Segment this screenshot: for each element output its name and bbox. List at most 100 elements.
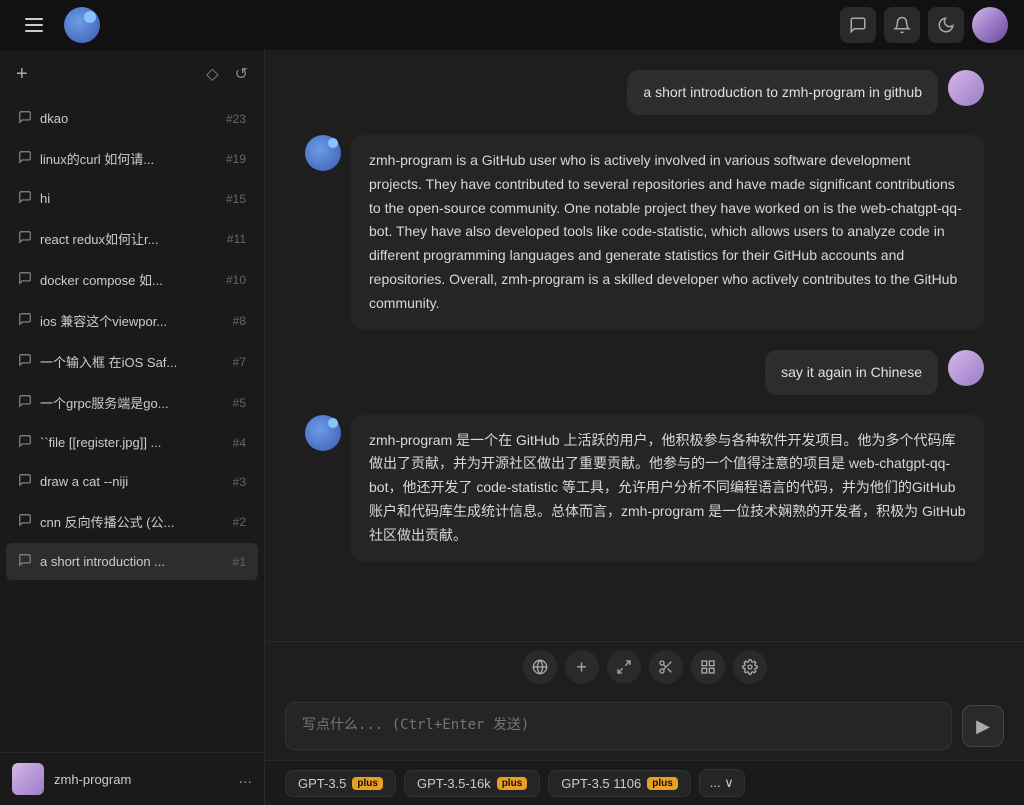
hamburger-button[interactable]: [16, 7, 52, 43]
plus-tool-button[interactable]: +: [565, 650, 599, 684]
chat-item-num: #2: [233, 515, 246, 529]
chat-item-title: draw a cat --niji: [40, 474, 225, 489]
chat-item-title: 一个输入框 在iOS Saf...: [40, 352, 225, 371]
chat-list-item[interactable]: cnn 反向传播公式 (公... #2: [6, 502, 258, 541]
plus-badge: plus: [497, 777, 528, 790]
chat-item-num: #10: [226, 273, 246, 287]
chat-item-title: 一个grpc服务端是go...: [40, 393, 225, 412]
chat-item-icon: [18, 353, 32, 370]
chat-area: a short introduction to zmh-program in g…: [265, 50, 1024, 805]
chat-item-num: #19: [226, 152, 246, 166]
chat-item-icon: [18, 312, 32, 329]
expand-tool-button[interactable]: [607, 650, 641, 684]
hamburger-line: [25, 18, 43, 20]
topbar-left: [16, 7, 100, 43]
new-chat-button[interactable]: +: [12, 60, 32, 88]
user-message: a short introduction to zmh-program in g…: [305, 70, 984, 115]
chat-item-title: react redux如何让r...: [40, 229, 219, 248]
plus-badge: plus: [647, 777, 678, 790]
bot-message: zmh-program 是一个在 GitHub 上活跃的用户，他积极参与各种软件…: [305, 415, 984, 562]
chat-item-num: #4: [233, 436, 246, 450]
messages-list: a short introduction to zmh-program in g…: [265, 50, 1024, 641]
chat-item-title: hi: [40, 191, 218, 206]
hamburger-line: [25, 24, 43, 26]
globe-icon: [532, 659, 548, 675]
chat-item-icon: [18, 230, 32, 247]
chat-item-num: #11: [227, 232, 246, 246]
user-avatar: [972, 7, 1008, 43]
chat-list-item[interactable]: linux的curl 如何请... #19: [6, 139, 258, 178]
bot-avatar-msg: [305, 135, 341, 171]
more-models-button[interactable]: ... ∨: [699, 769, 745, 797]
chat-toolbar: +: [265, 641, 1024, 692]
logo-icon: [64, 7, 100, 43]
plus-icon: +: [576, 657, 587, 678]
chat-item-num: #23: [226, 112, 246, 126]
user-more-button[interactable]: ...: [239, 770, 252, 788]
chat-item-icon: [18, 190, 32, 207]
chat-item-num: #8: [233, 314, 246, 328]
chat-item-title: docker compose 如...: [40, 270, 218, 289]
cut-tool-button[interactable]: [649, 650, 683, 684]
model-button[interactable]: GPT-3.5-16k plus: [404, 770, 540, 797]
chat-item-icon: [18, 473, 32, 490]
filter-button[interactable]: ◇: [202, 60, 222, 88]
user-avatar-msg: [948, 70, 984, 106]
chat-list-item[interactable]: react redux如何让r... #11: [6, 219, 258, 258]
moon-icon: [937, 16, 955, 34]
input-row: ▶: [265, 692, 1024, 760]
chat-list-item[interactable]: a short introduction ... #1: [6, 543, 258, 580]
settings-tool-button[interactable]: [733, 650, 767, 684]
sidebar-toolbar: + ◇ ↺: [0, 50, 264, 98]
user-message-bubble: a short introduction to zmh-program in g…: [627, 70, 938, 115]
user-bar: zmh-program ...: [0, 752, 264, 805]
user-avatar-button[interactable]: [972, 7, 1008, 43]
chat-list-item[interactable]: 一个输入框 在iOS Saf... #7: [6, 342, 258, 381]
chat-list-item[interactable]: ios 兼容这个viewpor... #8: [6, 301, 258, 340]
user-name-label: zmh-program: [54, 772, 229, 787]
chat-item-num: #1: [233, 555, 246, 569]
chat-list-item[interactable]: dkao #23: [6, 100, 258, 137]
chat-list-item[interactable]: docker compose 如... #10: [6, 260, 258, 299]
expand-icon: [616, 659, 632, 675]
bell-icon-button[interactable]: [884, 7, 920, 43]
chat-item-icon: [18, 150, 32, 167]
chat-item-num: #5: [233, 396, 246, 410]
chat-item-title: linux的curl 如何请...: [40, 149, 218, 168]
sidebar-toolbar-left: +: [12, 60, 32, 88]
bot-message-bubble: zmh-program is a GitHub user who is acti…: [351, 135, 984, 330]
refresh-button[interactable]: ↺: [231, 60, 252, 88]
chat-list: dkao #23 linux的curl 如何请... #19 hi #15 re…: [0, 98, 264, 752]
topbar-right: [840, 7, 1008, 43]
scissors-icon: [658, 659, 674, 675]
chat-item-icon: [18, 553, 32, 570]
model-button[interactable]: GPT-3.5 1106 plus: [548, 770, 691, 797]
chat-item-num: #3: [233, 475, 246, 489]
model-name: GPT-3.5 1106: [561, 776, 641, 791]
send-button[interactable]: ▶: [962, 705, 1004, 747]
chat-list-item[interactable]: ``file [[register.jpg]] ... #4: [6, 424, 258, 461]
model-name: GPT-3.5-16k: [417, 776, 491, 791]
chat-item-title: ios 兼容这个viewpor...: [40, 311, 225, 330]
moon-icon-button[interactable]: [928, 7, 964, 43]
chat-list-item[interactable]: 一个grpc服务端是go... #5: [6, 383, 258, 422]
chat-list-item[interactable]: hi #15: [6, 180, 258, 217]
globe-tool-button[interactable]: [523, 650, 557, 684]
model-name: GPT-3.5: [298, 776, 346, 791]
chat-item-icon: [18, 110, 32, 127]
chat-item-title: a short introduction ...: [40, 554, 225, 569]
bot-message: zmh-program is a GitHub user who is acti…: [305, 135, 984, 330]
chat-icon-button[interactable]: [840, 7, 876, 43]
model-button[interactable]: GPT-3.5 plus: [285, 770, 396, 797]
plus-badge: plus: [352, 777, 383, 790]
user-message-bubble: say it again in Chinese: [765, 350, 938, 395]
send-icon: ▶: [976, 716, 990, 737]
chat-item-title: ``file [[register.jpg]] ...: [40, 435, 225, 450]
grid-tool-button[interactable]: [691, 650, 725, 684]
message-input[interactable]: [285, 702, 952, 750]
chat-item-title: dkao: [40, 111, 218, 126]
hamburger-line: [25, 30, 43, 32]
chat-list-item[interactable]: draw a cat --niji #3: [6, 463, 258, 500]
grid-icon: [700, 659, 716, 675]
chat-item-num: #7: [233, 355, 246, 369]
